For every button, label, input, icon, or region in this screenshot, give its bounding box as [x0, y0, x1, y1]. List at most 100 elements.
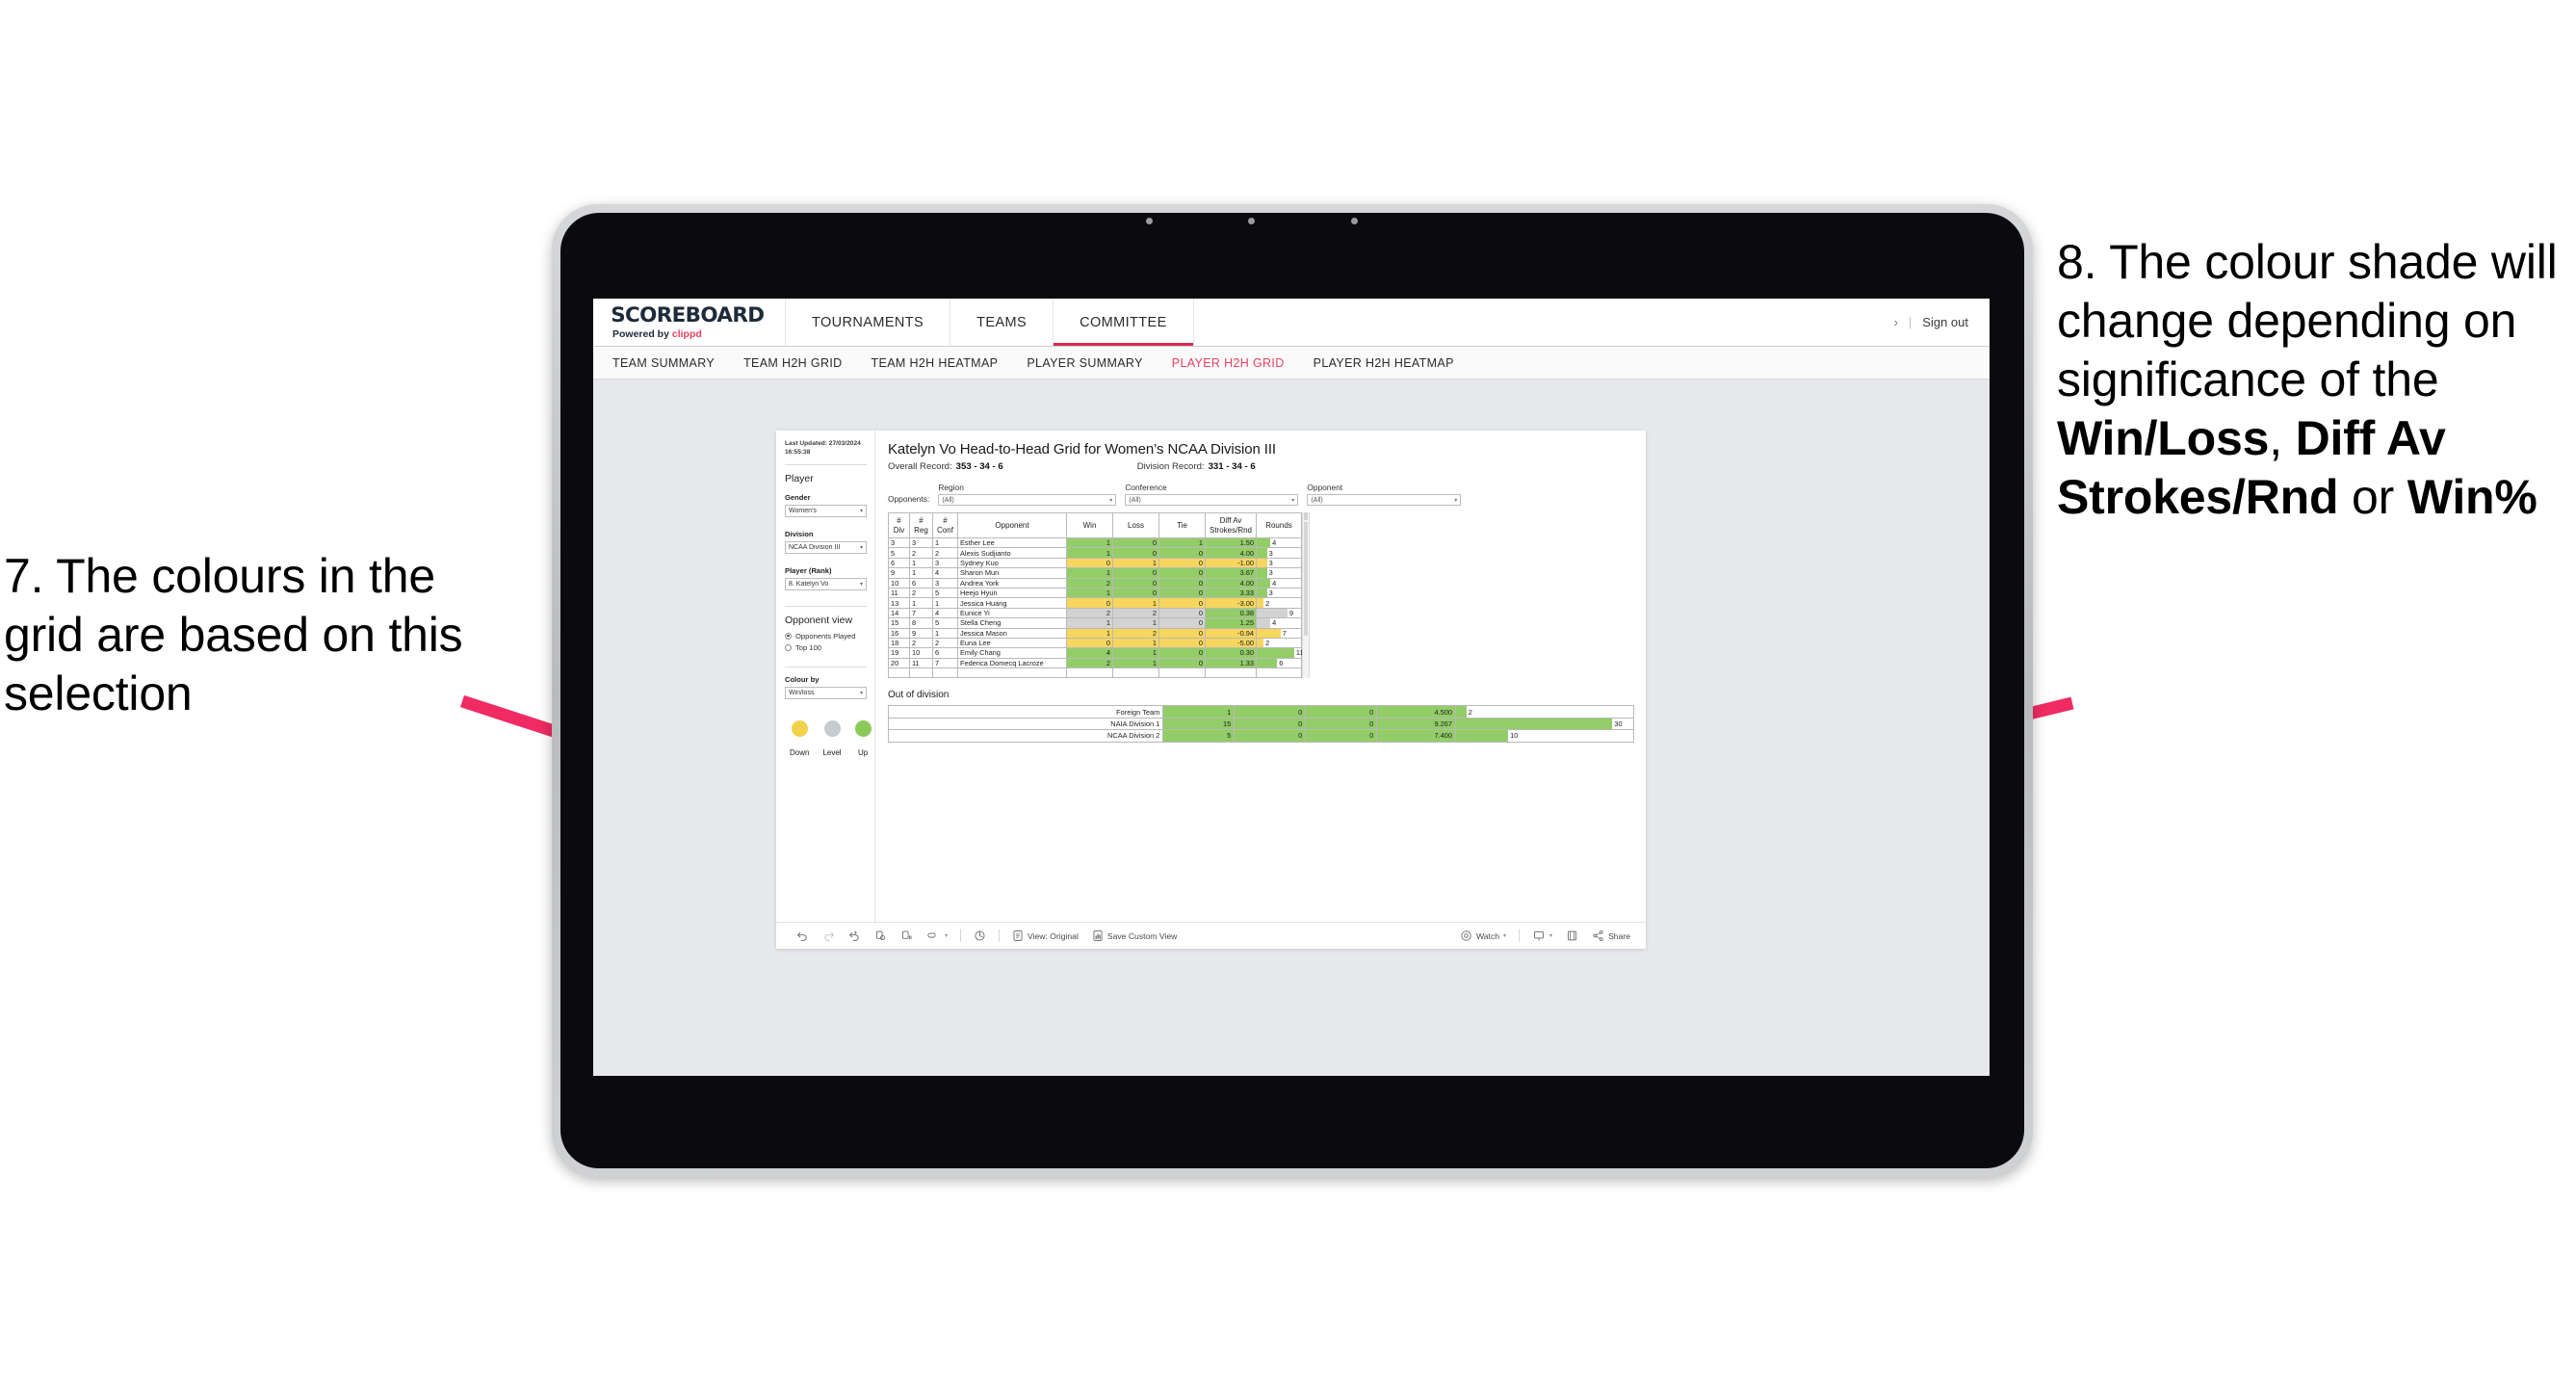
subnav-player-h2h-grid[interactable]: PLAYER H2H GRID — [1172, 356, 1285, 370]
scrollbar-thumb[interactable] — [1304, 522, 1308, 636]
rounds-value: 2 — [1265, 598, 1270, 608]
radio-top-100[interactable]: Top 100 — [785, 643, 867, 652]
share-button[interactable]: Share — [1585, 929, 1646, 942]
table-row[interactable]: 14 7 4 Eunice Yi 2 2 0 0.38 9 — [888, 607, 1302, 619]
legend-dot-level — [823, 719, 841, 737]
table-row[interactable]: 5 2 2 Alexis Sudjianto 1 0 0 4.00 3 — [888, 547, 1302, 559]
cell-loss: 0 — [1112, 577, 1159, 588]
highlight-button[interactable]: ▾ — [920, 929, 954, 942]
refresh-data-button[interactable] — [868, 929, 894, 942]
cell-reg: 11 — [909, 657, 933, 669]
subnav-player-summary[interactable]: PLAYER SUMMARY — [1027, 356, 1142, 370]
grid-vertical-scrollbar[interactable] — [1302, 512, 1310, 679]
cell-diff-av: -5.00 — [1205, 637, 1257, 649]
radio-opponents-played[interactable]: Opponents Played — [785, 632, 867, 641]
device-layout-button[interactable] — [967, 929, 993, 942]
division-value: NCAA Division III — [789, 543, 841, 551]
cell-rounds: 4 — [1256, 577, 1302, 588]
table-row[interactable]: 10 6 3 Andrea York 2 0 0 4.00 4 — [888, 577, 1302, 588]
download-button[interactable]: ▾ — [1525, 929, 1559, 942]
table-row[interactable]: 3 3 1 Esther Lee 1 0 1 1.50 4 — [888, 536, 1302, 549]
table-row[interactable]: 15 8 5 Stella Cheng 1 1 0 1.25 4 — [888, 617, 1302, 629]
cell-div: 10 — [888, 577, 910, 588]
revert-button[interactable] — [842, 929, 868, 942]
subnav-team-h2h-grid[interactable]: TEAM H2H GRID — [743, 356, 842, 370]
radio-icon-selected — [785, 632, 792, 640]
cell-empty — [957, 667, 1067, 679]
rounds-bar — [1455, 730, 1509, 742]
revert-icon — [848, 930, 859, 941]
cell-ood-name: NCAA Division 2 — [887, 729, 1164, 743]
cell-rounds: 2 — [1256, 637, 1302, 649]
cell-reg: 1 — [909, 597, 933, 609]
screenshot-root: 7. The colours in the grid are based on … — [0, 0, 2576, 1386]
cell-ood-diff: 7.400 — [1376, 729, 1456, 743]
cell-rounds: 2 — [1256, 597, 1302, 609]
chevron-right-icon[interactable]: › — [1894, 315, 1898, 329]
division-select[interactable]: NCAA Division III ▾ — [785, 540, 867, 554]
subnav-team-summary[interactable]: TEAM SUMMARY — [612, 356, 715, 370]
table-row[interactable]: Foreign Team 1 0 0 4.500 2 — [887, 705, 1635, 719]
table-row[interactable]: 19 10 6 Emily Chang 4 1 0 0.30 11 — [888, 647, 1304, 659]
cell-tie: 0 — [1158, 577, 1206, 588]
cell-opponent: Jessica Mason — [957, 627, 1067, 639]
brand-title: SCOREBOARD — [611, 302, 765, 327]
records-row: Overall Record: 353 - 34 - 6 Division Re… — [888, 461, 1634, 472]
cell-reg: 2 — [909, 637, 933, 649]
pause-auto-update-button[interactable] — [894, 929, 920, 942]
col-rounds: Rounds — [1256, 512, 1302, 538]
region-select[interactable]: (All) ▾ — [938, 494, 1117, 506]
chevron-down-icon: ▾ — [859, 508, 863, 514]
table-row[interactable]: 11 2 5 Heejo Hyun 1 0 0 3.33 3 — [888, 587, 1302, 599]
chevron-down-icon: ▾ — [1109, 497, 1113, 504]
table-row[interactable]: 20 11 7 Federica Domecq Lacroze 2 1 0 1.33 6 — [888, 657, 1302, 669]
subnav-player-h2h-heatmap[interactable]: PLAYER H2H HEATMAP — [1314, 356, 1454, 370]
colour-by-select[interactable]: Win/loss ▾ — [785, 686, 867, 699]
cell-opponent: Sydney Kuo — [957, 557, 1067, 569]
cell-opponent: Emily Chang — [957, 647, 1067, 659]
watch-button[interactable]: Watch ▾ — [1453, 929, 1513, 942]
table-row[interactable]: 18 2 2 Euna Lee 0 1 0 -5.00 2 — [888, 637, 1302, 649]
table-row[interactable]: 9 1 4 Sharon Mun 1 0 0 3.67 3 — [888, 567, 1302, 579]
subnav-team-h2h-heatmap[interactable]: TEAM H2H HEATMAP — [872, 356, 999, 370]
table-row[interactable]: NAIA Division 1 15 0 0 9.267 30 — [887, 717, 1635, 731]
col-opponent: Opponent — [957, 512, 1067, 538]
col-conf-l1: # — [943, 515, 948, 525]
conference-select[interactable]: (All) ▾ — [1125, 494, 1299, 506]
cell-tie: 1 — [1158, 536, 1206, 549]
rounds-bar — [1455, 706, 1467, 718]
table-row[interactable]: 13 1 1 Jessica Huang 0 1 0 -3.00 2 — [888, 597, 1302, 609]
player-rank-select[interactable]: 8. Katelyn Vo ▾ — [785, 577, 867, 590]
view-original-button[interactable]: View: Original — [1005, 929, 1085, 942]
cell-loss: 2 — [1112, 607, 1159, 619]
rounds-bar — [1257, 588, 1267, 598]
save-custom-view-button[interactable]: Save Custom View — [1085, 929, 1184, 942]
sign-out-link[interactable]: Sign out — [1922, 315, 1968, 329]
cell-ood-tie: 0 — [1305, 717, 1378, 731]
cell-conf: 2 — [932, 637, 958, 649]
table-row[interactable]: 16 9 1 Jessica Mason 1 2 0 -0.94 7 — [888, 627, 1302, 639]
region-filter: Region (All) ▾ — [938, 483, 1117, 506]
cell-win: 2 — [1066, 577, 1113, 588]
cell-empty — [1158, 667, 1206, 679]
division-record: Division Record: 331 - 34 - 6 — [1137, 461, 1256, 472]
cell-rounds: 4 — [1256, 536, 1302, 549]
save-custom-view-label: Save Custom View — [1106, 930, 1178, 941]
opponent-select[interactable]: (All) ▾ — [1307, 494, 1462, 506]
cell-win: 1 — [1066, 627, 1113, 639]
gender-select[interactable]: Women’s ▾ — [785, 504, 867, 517]
nav-tab-tournaments[interactable]: TOURNAMENTS — [786, 299, 951, 346]
undo-button[interactable] — [790, 929, 816, 942]
brand-logo[interactable]: SCOREBOARD Powered by clippd — [593, 299, 786, 346]
col-conf: # Conf — [932, 512, 958, 538]
chevron-down-icon: ▾ — [859, 690, 863, 696]
annotation-8-sep1: , — [2269, 411, 2296, 465]
fullscreen-button[interactable] — [1559, 929, 1585, 942]
nav-tab-teams[interactable]: TEAMS — [950, 299, 1054, 346]
table-row[interactable]: 6 1 3 Sydney Kuo 0 1 0 -1.00 3 — [888, 557, 1302, 569]
table-row[interactable]: NCAA Division 2 5 0 0 7.400 10 — [887, 729, 1635, 743]
nav-tab-committee[interactable]: COMMITTEE — [1054, 299, 1194, 346]
redo-button[interactable] — [816, 929, 842, 942]
cell-rounds: 11 — [1256, 647, 1304, 659]
annotation-8-text: 8. The colour shade will change dependin… — [2057, 233, 2572, 527]
